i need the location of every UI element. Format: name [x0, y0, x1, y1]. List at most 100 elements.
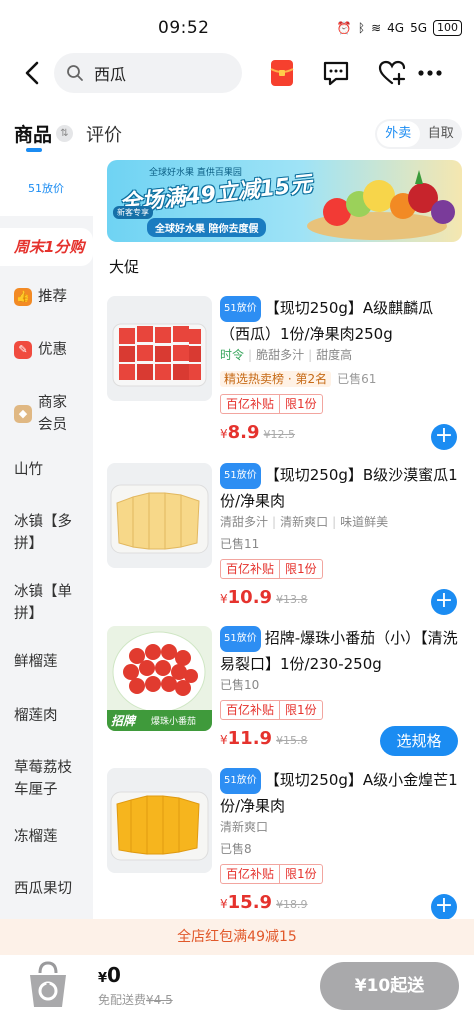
section-title: 大促: [109, 258, 140, 276]
cart-button[interactable]: [22, 959, 74, 1011]
active-tab-indicator: [26, 148, 42, 152]
product-rank-row: 精选热卖榜 · 第2名 已售61: [220, 370, 376, 387]
bluetooth-icon: ᛒ: [357, 21, 366, 35]
add-to-cart-button[interactable]: +: [431, 424, 457, 450]
chevron-left-icon: [25, 61, 39, 85]
product-name: 51放价 【现切250g】A级小金煌芒1份/净果肉: [220, 768, 462, 818]
product-image: [107, 463, 212, 568]
sidebar-item-label: 商家会员: [38, 395, 67, 433]
sold-count: 已售10: [220, 678, 260, 692]
search-query: 西瓜: [94, 65, 127, 84]
original-price: ¥18.9: [276, 898, 308, 911]
original-price: ¥15.8: [276, 734, 308, 747]
sidebar-item-watermelon-cut[interactable]: 西瓜果切: [0, 878, 93, 900]
subsidy-chip: 百亿补贴: [220, 559, 281, 579]
product-tag: 脆甜多汁: [256, 348, 305, 362]
sidebar-item-weekend[interactable]: 周末1分购: [0, 228, 93, 266]
tab-review[interactable]: 评价: [86, 121, 122, 147]
sale-badge: 51放价: [220, 463, 261, 489]
product-chips: 百亿补贴 限1份: [220, 394, 323, 414]
product-price: ¥15.9 ¥18.9: [220, 892, 308, 913]
product-tag: 味道鲜美: [340, 515, 389, 529]
chat-icon: [323, 61, 349, 86]
sidebar-item-label: 山竹: [14, 462, 43, 478]
pickup-option[interactable]: 自取: [420, 121, 463, 147]
category-sidebar: 51放价 周末1分购 👍 推荐 ✎ 优惠 ◆ 商家会员 山竹 冰镇【多拼】 冰镇【单拼…: [0, 156, 93, 919]
select-spec-button[interactable]: 选规格: [380, 726, 458, 756]
delivery-option[interactable]: 外卖: [377, 121, 420, 147]
favorite-button[interactable]: [376, 57, 408, 89]
cart-bar: ¥0 免配送费¥4.5 ¥10起送: [0, 955, 474, 1020]
cart-total: ¥0: [98, 963, 121, 987]
cart-total-value: 0: [107, 963, 121, 987]
banner-tag: 新客专享: [113, 206, 153, 219]
alarm-icon: ⏰: [336, 21, 352, 35]
sort-icon[interactable]: ⇅: [56, 125, 73, 142]
thumbs-up-icon: 👍: [14, 288, 32, 306]
signal-4g: 4G: [387, 21, 405, 35]
sidebar-item-label: 优惠: [38, 342, 67, 358]
subsidy-chip: 百亿补贴: [220, 700, 281, 720]
sold-count: 已售61: [337, 372, 377, 386]
red-packet-button[interactable]: [266, 57, 298, 89]
sidebar-item-label: 周末1分购: [14, 238, 85, 256]
product-card[interactable]: 招牌 爆珠小番茄 51放价 招牌-爆珠小番茄（小）【清洗易裂口】1份/230-25…: [93, 626, 474, 786]
sidebar-item-recommend[interactable]: 👍 推荐: [0, 286, 93, 308]
more-button[interactable]: [414, 57, 446, 89]
sidebar-item-durian-meat[interactable]: 榴莲肉: [0, 705, 93, 727]
message-button[interactable]: [320, 57, 352, 89]
product-chips: 百亿补贴 限1份: [220, 864, 323, 884]
back-button[interactable]: [18, 58, 48, 88]
sidebar-item-51-sale[interactable]: 51放价: [0, 156, 93, 216]
sidebar-item-label: 鲜榴莲: [14, 654, 58, 670]
product-tag: 清新爽口: [220, 820, 269, 834]
sidebar-item-berries[interactable]: 草莓荔枝车厘子: [0, 757, 78, 801]
store-promo-bar[interactable]: 全店红包满49减15: [0, 919, 474, 955]
product-tags: 时令 | 脆甜多汁 | 甜度高: [220, 348, 353, 362]
product-card[interactable]: 51放价 【现切250g】A级小金煌芒1份/净果肉 清新爽口 已售8 百亿补贴 限1…: [93, 768, 474, 928]
promo-banner[interactable]: 全球好水果 直供百果园 全场满49立减15元 新客专享 全球好水果 陪你去度假: [107, 160, 462, 242]
sidebar-item-frozen-durian[interactable]: 冻榴莲: [0, 826, 93, 848]
product-card[interactable]: 51放价 【现切250g】A级麒麟瓜（西瓜）1份/净果肉250g 时令 | 脆甜多汁 |…: [93, 296, 474, 456]
product-sold-row: 已售11: [220, 535, 259, 552]
sidebar-item-label: 51放价: [28, 182, 64, 195]
sidebar-item-durian[interactable]: 鲜榴莲: [0, 651, 93, 673]
price-value: 10.9: [227, 587, 273, 608]
add-to-cart-button[interactable]: +: [431, 894, 457, 920]
sidebar-item-label: 西瓜果切: [14, 881, 72, 897]
sidebar-item-member[interactable]: ◆ 商家会员: [0, 392, 93, 436]
sidebar-item-label: 冰镇【多拼】: [14, 514, 72, 552]
sale-badge: 51放价: [220, 626, 261, 652]
rank-badge[interactable]: 精选热卖榜 · 第2名: [220, 371, 332, 387]
checkout-button[interactable]: ¥10起送: [320, 962, 459, 1010]
tab-goods[interactable]: 商品: [14, 120, 52, 147]
subsidy-chip: 百亿补贴: [220, 394, 281, 414]
product-chips: 百亿补贴 限1份: [220, 559, 323, 579]
sidebar-item-discount[interactable]: ✎ 优惠: [0, 339, 93, 361]
sidebar-item-label: 推荐: [38, 289, 67, 305]
heart-plus-icon: [378, 60, 406, 86]
sidebar-item-iced-multi[interactable]: 冰镇【多拼】: [0, 511, 80, 555]
delivery-fee: 免配送费¥4.5: [98, 991, 173, 1008]
sale-badge: 51放价: [220, 768, 261, 794]
product-price: ¥10.9 ¥13.8: [220, 587, 308, 608]
search-icon: [67, 65, 83, 81]
sale-badge: 51放价: [220, 296, 261, 322]
sidebar-item-mangosteen[interactable]: 山竹: [0, 459, 93, 481]
price-value: 11.9: [227, 728, 273, 749]
search-input[interactable]: 西瓜: [54, 53, 242, 93]
limit-chip: 限1份: [280, 559, 323, 579]
image-caption-2: 爆珠小番茄: [151, 717, 197, 727]
sidebar-item-label: 冰镇【单拼】: [14, 584, 72, 622]
product-price: ¥11.9 ¥15.8: [220, 728, 308, 749]
sidebar-item-iced-single[interactable]: 冰镇【单拼】: [0, 581, 80, 625]
price-value: 15.9: [227, 892, 273, 913]
store-tabs: 商品 ⇅ 评价 外卖 自取: [0, 108, 474, 156]
product-name: 51放价 【现切250g】A级麒麟瓜（西瓜）1份/净果肉250g: [220, 296, 462, 346]
add-to-cart-button[interactable]: +: [431, 589, 457, 615]
shopping-bag-icon: [30, 961, 66, 1007]
product-image: 招牌 爆珠小番茄: [107, 626, 212, 731]
product-card[interactable]: 51放价 【现切250g】B级沙漠蜜瓜1份/净果肉 清甜多汁 | 清新爽口 | 味道鲜美 …: [93, 463, 474, 623]
product-name: 51放价 【现切250g】B级沙漠蜜瓜1份/净果肉: [220, 463, 462, 513]
mango-slices-image: [110, 791, 209, 861]
